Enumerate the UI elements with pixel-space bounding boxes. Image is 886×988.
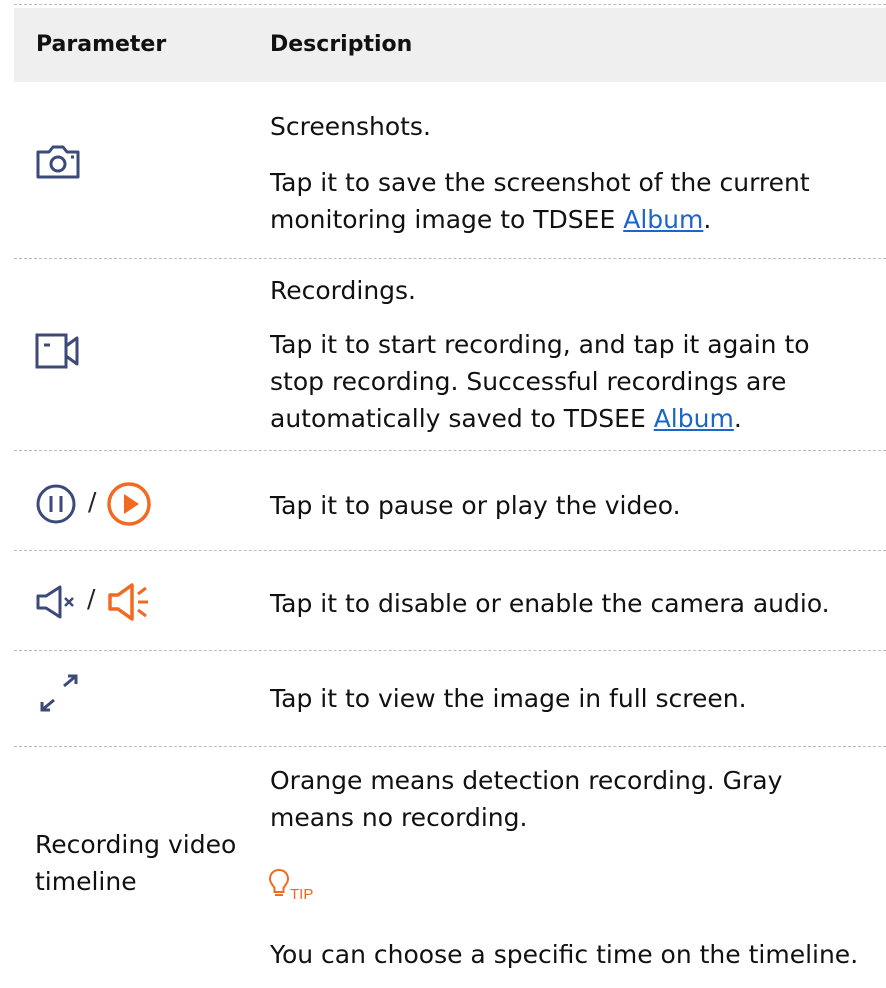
- header-description: Description: [270, 32, 413, 57]
- row-divider: [14, 650, 886, 651]
- row-screenshot-desc-suffix: .: [703, 205, 712, 234]
- row-pause-play-desc: Tap it to pause or play the video.: [270, 491, 681, 520]
- album-link[interactable]: Album: [623, 205, 703, 234]
- pause-icon: [35, 483, 77, 529]
- play-icon: [106, 481, 152, 531]
- icon-separator: /: [87, 584, 96, 613]
- row-divider: [14, 258, 886, 259]
- video-camera-icon: [35, 332, 81, 374]
- row-recording-desc: Tap it to start recording, and tap it ag…: [270, 326, 870, 437]
- row-screenshot-desc: Tap it to save the screenshot of the cur…: [270, 164, 870, 238]
- camera-icon: [35, 144, 81, 184]
- row-fullscreen-desc: Tap it to view the image in full screen.: [270, 684, 747, 713]
- tip-label: TIP: [290, 886, 314, 903]
- row-divider: [14, 450, 886, 451]
- icon-separator: /: [88, 487, 97, 516]
- row-recording-desc-suffix: .: [733, 404, 742, 433]
- table-header: Parameter Description: [14, 8, 886, 82]
- fullscreen-icon: [36, 674, 84, 718]
- header-parameter: Parameter: [36, 32, 167, 57]
- table-top-rule: [14, 4, 886, 5]
- album-link[interactable]: Album: [654, 404, 734, 433]
- speaker-on-icon: [108, 582, 154, 626]
- row-screenshot-title: Screenshots.: [270, 112, 431, 141]
- row-divider: [14, 550, 886, 551]
- row-recording-title: Recordings.: [270, 276, 417, 305]
- row-timeline-tip-text: You can choose a specific time on the ti…: [270, 940, 859, 969]
- row-timeline-param: Recording video timeline: [35, 830, 237, 896]
- row-timeline-desc: Orange means detection recording. Gray m…: [270, 766, 783, 832]
- speaker-muted-icon: [36, 584, 82, 624]
- row-audio-desc: Tap it to disable or enable the camera a…: [270, 589, 830, 618]
- row-divider: [14, 746, 886, 747]
- tip-bulb-icon: [268, 868, 290, 902]
- row-screenshot-desc-text: Tap it to save the screenshot of the cur…: [270, 168, 810, 234]
